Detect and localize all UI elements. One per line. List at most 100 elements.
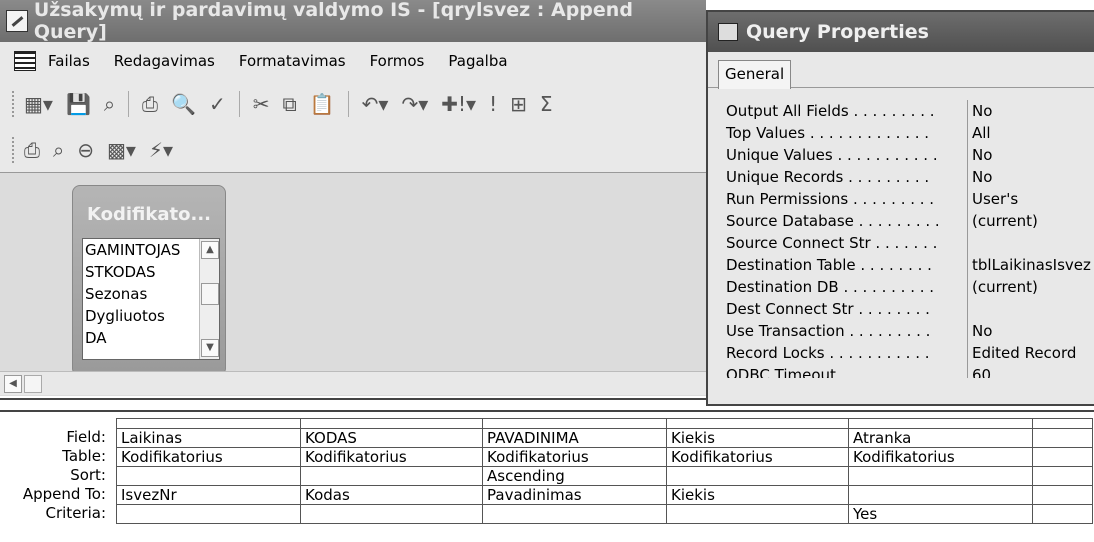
spelling-icon[interactable]: ✓ (209, 92, 226, 116)
analyze-icon[interactable]: ⚡▾ (149, 138, 173, 162)
property-value[interactable]: 60 (968, 364, 991, 378)
scroll-thumb[interactable] (24, 375, 42, 393)
property-row-record-locks[interactable]: Record Locks . . . . . . . . . . . Edited… (724, 342, 1094, 364)
menu-pagalba[interactable]: Pagalba (448, 52, 507, 70)
search-icon[interactable]: ⌕ (53, 138, 64, 162)
sort-cell[interactable]: Ascending (482, 466, 667, 486)
append-to-cell[interactable]: Kiekis (666, 485, 849, 505)
app-icon[interactable] (6, 10, 28, 32)
property-value[interactable]: No (968, 166, 992, 188)
property-value[interactable]: No (968, 144, 992, 166)
table-cell[interactable]: Kodifikatorius (848, 447, 1033, 467)
property-value[interactable] (968, 298, 972, 320)
save-icon[interactable]: 💾 (66, 92, 91, 116)
field-cell[interactable]: Atranka (848, 428, 1033, 448)
property-value[interactable]: No (968, 100, 992, 122)
field-cell[interactable]: Kiekis (666, 428, 849, 448)
sort-cell[interactable] (1032, 466, 1093, 486)
table-name[interactable]: Kodifikato... (73, 186, 225, 236)
print-icon[interactable]: ⎙ (142, 92, 158, 116)
cut-icon[interactable]: ✂ (253, 92, 270, 116)
scroll-down-icon[interactable]: ▼ (201, 339, 219, 357)
tab-general[interactable]: General (718, 60, 792, 89)
field-cell[interactable]: Laikinas (116, 428, 301, 448)
property-row-use-transaction[interactable]: Use Transaction . . . . . . . . . No (724, 320, 1094, 342)
criteria-cell[interactable]: Yes (848, 504, 1033, 524)
query-properties-window[interactable]: Query Properties General Output All Fiel… (706, 10, 1094, 406)
property-row-source-connect-str[interactable]: Source Connect Str . . . . . . . (724, 232, 1094, 254)
show-table-icon[interactable]: ⊞ (510, 92, 527, 116)
properties-title-bar[interactable]: Query Properties (708, 12, 1094, 52)
property-value[interactable]: Edited Record (968, 342, 1076, 364)
append-to-cell[interactable] (1032, 485, 1093, 505)
office-links-icon[interactable]: ▩▾ (107, 138, 136, 162)
copy-icon[interactable]: ⧉ (282, 92, 296, 116)
property-row-run-permissions[interactable]: Run Permissions . . . . . . . . . User's (724, 188, 1094, 210)
criteria-cell[interactable] (482, 504, 667, 524)
menu-formos[interactable]: Formos (370, 52, 425, 70)
redo-icon[interactable]: ↷▾ (401, 92, 428, 116)
undo-icon[interactable]: ↶▾ (362, 92, 389, 116)
criteria-cell[interactable] (116, 504, 301, 524)
file-search-icon[interactable]: ⌕ (104, 92, 115, 116)
field-list[interactable]: GAMINTOJAS STKODAS Sezonas Dygliuotos DA… (82, 238, 220, 360)
main-title-bar[interactable]: Užsakymų ir pardavimų valdymo IS - [qryl… (0, 0, 706, 43)
scroll-thumb[interactable] (201, 283, 219, 305)
criteria-cell[interactable] (300, 504, 483, 524)
table-cell[interactable]: Kodifikatorius (482, 447, 667, 467)
run-icon[interactable]: ! (489, 92, 497, 116)
property-value[interactable] (968, 232, 972, 254)
column-selector[interactable] (300, 418, 483, 429)
property-row-unique-records[interactable]: Unique Records . . . . . . . . . No (724, 166, 1094, 188)
menu-redagavimas[interactable]: Redagavimas (114, 52, 215, 70)
property-value[interactable]: (current) (968, 276, 1038, 298)
property-row-output-all-fields[interactable]: Output All Fields . . . . . . . . . No (724, 100, 1094, 122)
document-menu-icon[interactable] (14, 51, 36, 71)
property-value[interactable]: No (968, 320, 992, 342)
append-to-cell[interactable] (848, 485, 1033, 505)
append-to-cell[interactable]: Kodas (300, 485, 483, 505)
property-row-dest-connect-str[interactable]: Dest Connect Str . . . . . . . . (724, 298, 1094, 320)
print-icon[interactable]: ⎙ (24, 138, 40, 162)
table-cell[interactable] (1032, 447, 1093, 467)
print-preview-icon[interactable]: 🔍 (171, 92, 196, 116)
field-cell[interactable]: KODAS (300, 428, 483, 448)
totals-icon[interactable]: Σ (540, 92, 553, 116)
relationships-icon[interactable]: ⊖ (77, 138, 94, 162)
column-selector[interactable] (116, 418, 301, 429)
sort-cell[interactable] (300, 466, 483, 486)
property-value[interactable]: tblLaikinasIsvez (968, 254, 1091, 276)
sort-cell[interactable] (848, 466, 1033, 486)
table-cell[interactable]: Kodifikatorius (666, 447, 849, 467)
table-cell[interactable]: Kodifikatorius (300, 447, 483, 467)
property-value[interactable]: (current) (968, 210, 1038, 232)
sort-cell[interactable] (666, 466, 849, 486)
column-selector[interactable] (848, 418, 1033, 429)
horizontal-scrollbar[interactable]: ◀ (0, 371, 706, 395)
toolbar-grip[interactable] (12, 91, 16, 117)
column-selector[interactable] (1032, 418, 1093, 429)
table-field-list[interactable]: Kodifikato... GAMINTOJAS STKODAS Sezonas… (72, 185, 226, 373)
append-to-cell[interactable]: IsvezNr (116, 485, 301, 505)
query-type-icon[interactable]: ✚!▾ (441, 92, 476, 116)
property-row-destination-table[interactable]: Destination Table . . . . . . . . tblLaik… (724, 254, 1094, 276)
paste-icon[interactable]: 📋 (310, 92, 335, 116)
table-cell[interactable]: Kodifikatorius (116, 447, 301, 467)
property-row-unique-values[interactable]: Unique Values . . . . . . . . . . . No (724, 144, 1094, 166)
field-cell[interactable] (1032, 428, 1093, 448)
criteria-cell[interactable] (666, 504, 849, 524)
view-icon[interactable]: ▦▾ (24, 92, 53, 116)
append-to-cell[interactable]: Pavadinimas (482, 485, 667, 505)
toolbar-grip[interactable] (12, 137, 16, 163)
scroll-up-icon[interactable]: ▲ (201, 241, 219, 259)
property-row-source-database[interactable]: Source Database . . . . . . . . . (curren… (724, 210, 1094, 232)
property-row-destination-db[interactable]: Destination DB . . . . . . . . . . (curre… (724, 276, 1094, 298)
field-list-scrollbar[interactable]: ▲ ▼ (199, 239, 219, 359)
property-value[interactable]: All (968, 122, 991, 144)
column-selector[interactable] (666, 418, 849, 429)
property-row-odbc-timeout[interactable]: ODBC Timeout 60 (724, 364, 1094, 378)
criteria-cell[interactable] (1032, 504, 1093, 524)
menu-failas[interactable]: Failas (48, 52, 90, 70)
property-row-top-values[interactable]: Top Values . . . . . . . . . . . . . All (724, 122, 1094, 144)
table-pane[interactable]: Kodifikato... GAMINTOJAS STKODAS Sezonas… (0, 172, 706, 396)
